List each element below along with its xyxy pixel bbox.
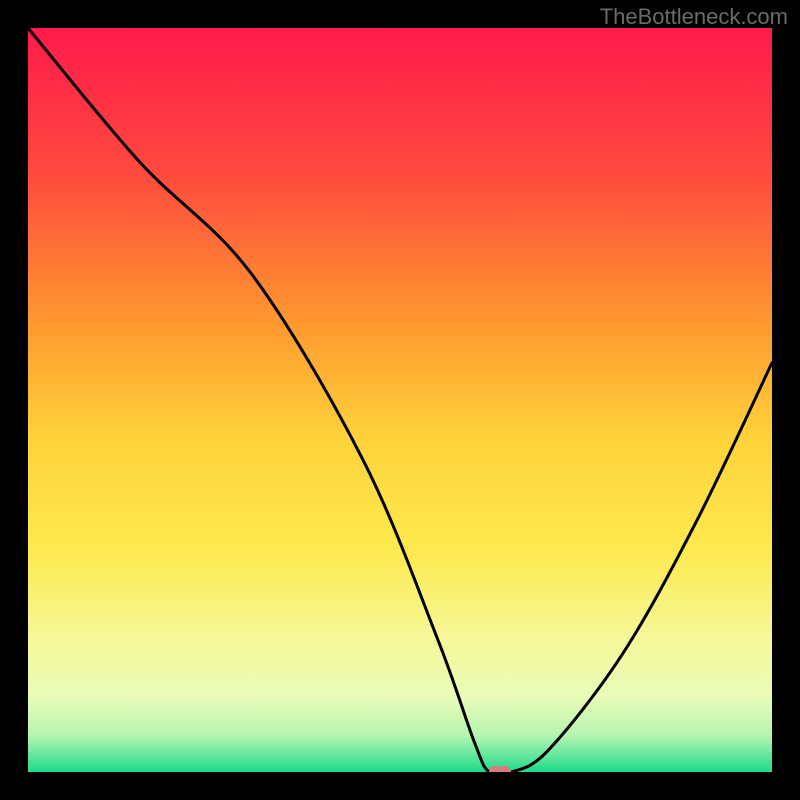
plot-area <box>28 28 772 772</box>
bottleneck-curve <box>28 28 772 772</box>
watermark-text: TheBottleneck.com <box>600 4 788 30</box>
optimal-point-marker <box>489 766 511 772</box>
